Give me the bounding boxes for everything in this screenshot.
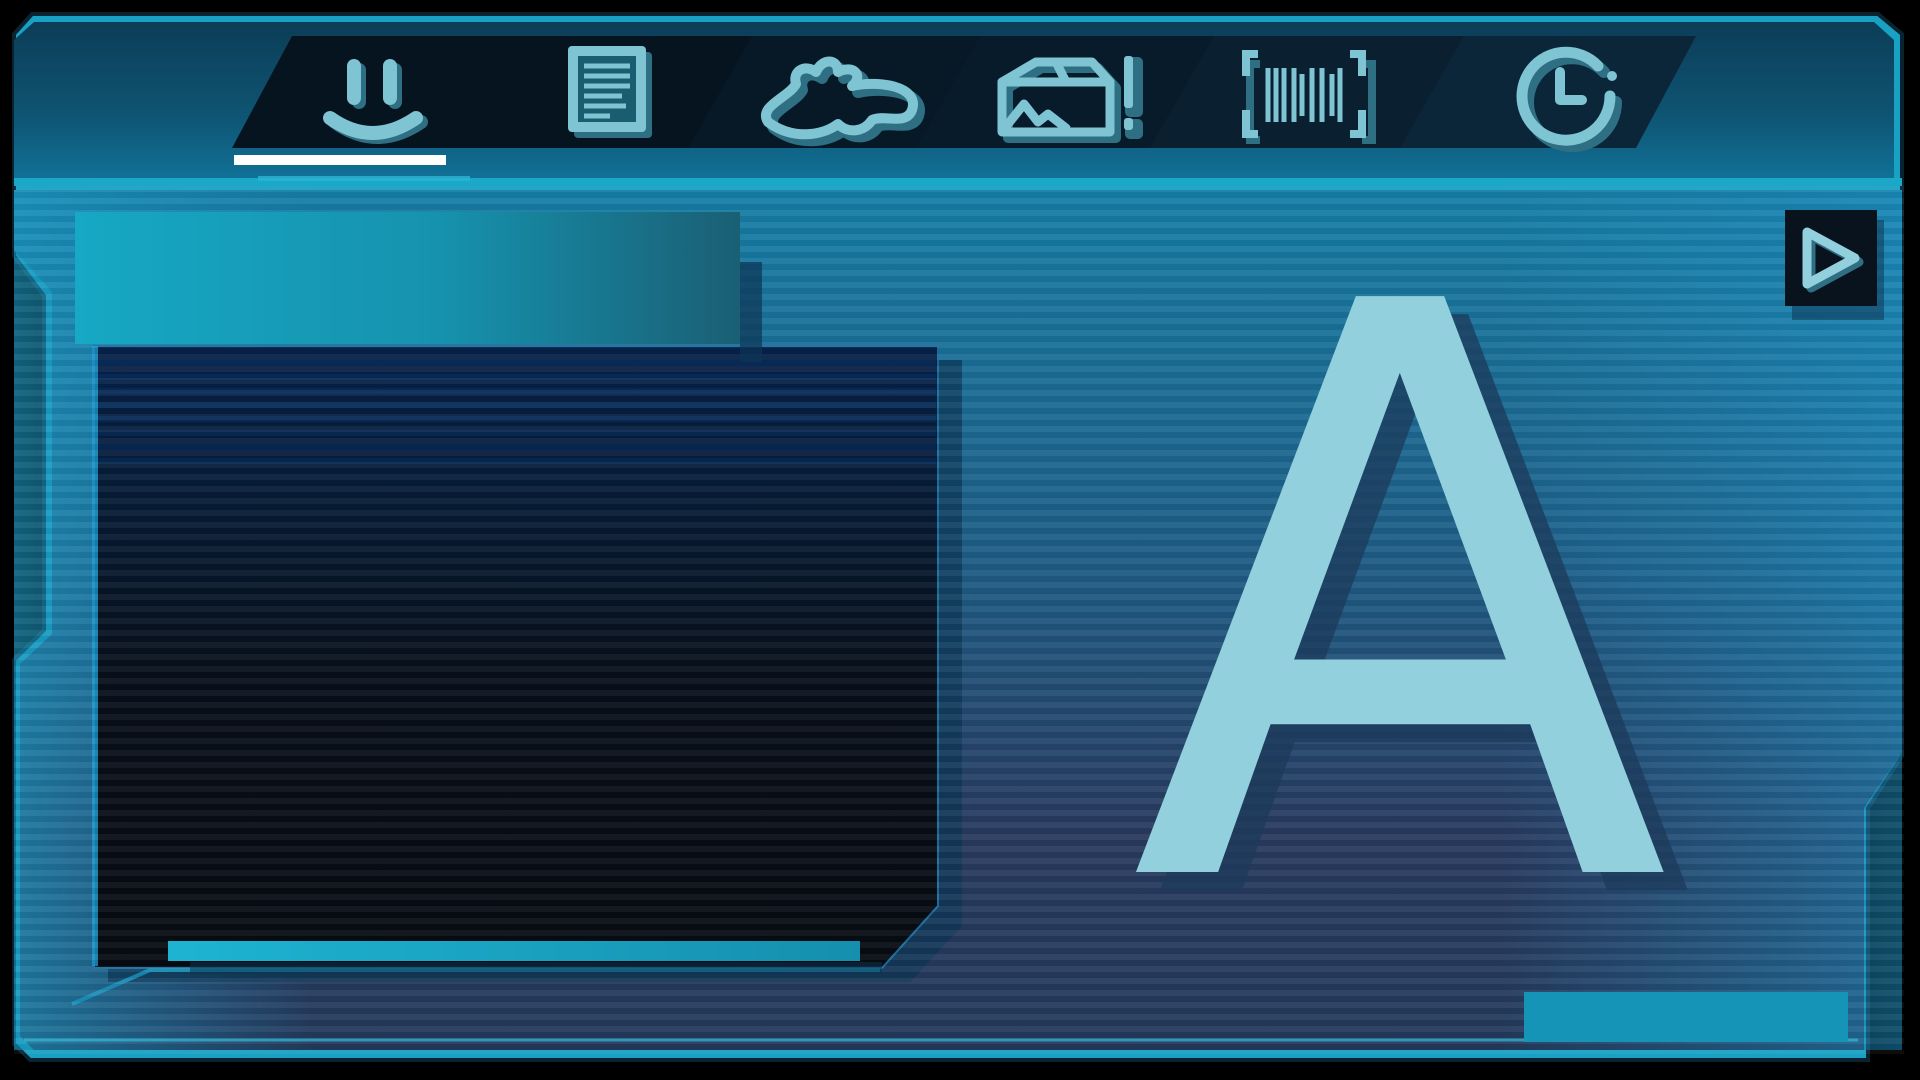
preview-progress-shadow xyxy=(190,962,882,974)
document-icon xyxy=(568,46,652,138)
next-button[interactable] xyxy=(1785,210,1877,306)
preview-header-shadow xyxy=(740,262,762,362)
glyph-character: A xyxy=(1129,140,1671,1059)
preview-header-bar xyxy=(75,212,740,344)
glyph-display: A A xyxy=(1100,140,1700,1059)
tab-clock[interactable] xyxy=(1400,36,1700,153)
preview-progress-fill xyxy=(168,941,860,961)
status-bar xyxy=(1524,992,1848,1042)
app-window: A A xyxy=(0,0,1920,1080)
preview-progress-bar xyxy=(168,941,860,961)
